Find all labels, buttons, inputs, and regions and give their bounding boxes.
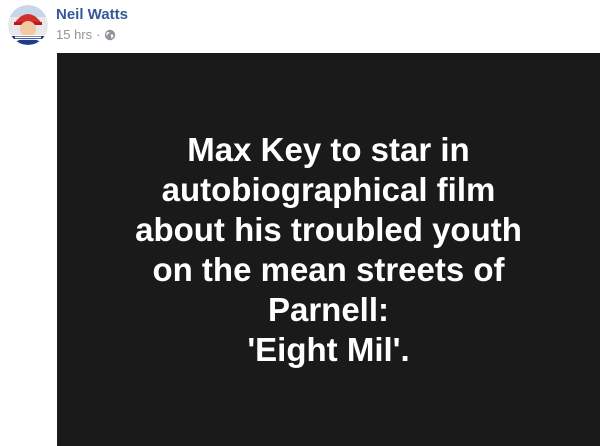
- post-image-caption: Max Key to star in autobiographical film…: [115, 130, 542, 370]
- caption-line: on the mean streets of: [152, 250, 505, 288]
- feed-post: Neil Watts 15 hrs · Max Key to star in a…: [0, 0, 600, 446]
- caption-line: autobiographical film: [161, 170, 496, 208]
- author-name-link[interactable]: Neil Watts: [56, 6, 128, 24]
- post-header: Neil Watts 15 hrs ·: [8, 4, 128, 48]
- profile-avatar[interactable]: [8, 5, 48, 45]
- caption-line: Parnell:: [267, 290, 390, 328]
- post-timestamp[interactable]: 15 hrs: [56, 27, 92, 43]
- avatar-image: [8, 5, 48, 45]
- caption-line: Max Key to star in: [187, 130, 470, 168]
- post-image[interactable]: Max Key to star in autobiographical film…: [57, 53, 600, 446]
- meta-separator: ·: [96, 27, 101, 42]
- globe-icon[interactable]: [104, 29, 116, 41]
- post-meta: Neil Watts 15 hrs ·: [56, 4, 128, 43]
- caption-line: 'Eight Mil'.: [247, 330, 410, 368]
- post-subline: 15 hrs ·: [56, 27, 128, 43]
- caption-line: about his troubled youth: [135, 210, 522, 248]
